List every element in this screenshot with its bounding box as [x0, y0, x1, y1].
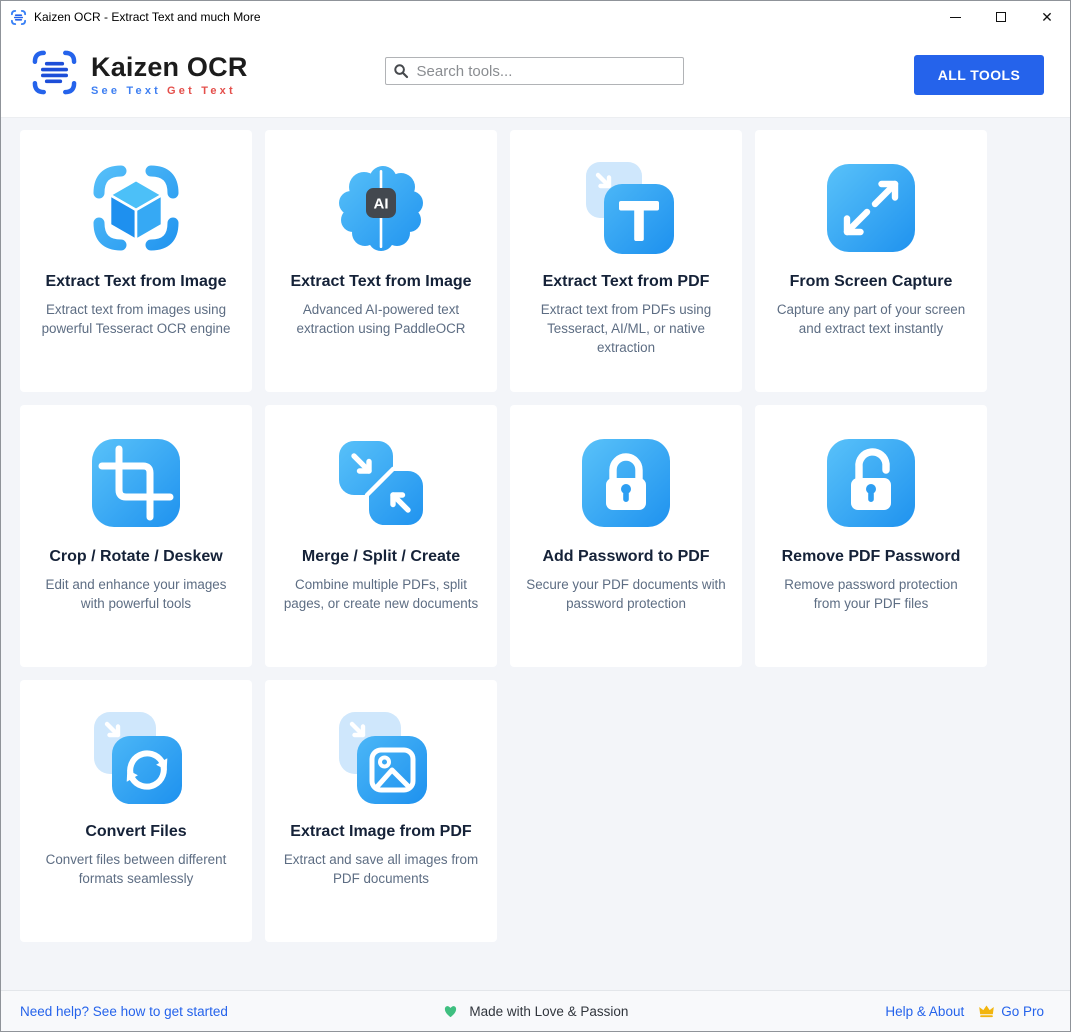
tool-card-title: Extract Text from Image [280, 273, 482, 291]
tool-card-convert-files[interactable]: Convert Files Convert files between diff… [20, 680, 252, 942]
tool-card-description: Secure your PDF documents with password … [525, 575, 727, 613]
convert-icon [35, 708, 237, 808]
tool-card-extract-text-paddleocr[interactable]: AI Extract Text from Image Advanced AI-p… [265, 130, 497, 392]
all-tools-button[interactable]: ALL TOOLS [914, 55, 1044, 95]
maximize-icon [996, 12, 1006, 22]
tagline-get-text: Get Text [167, 85, 236, 97]
close-button[interactable]: ✕ [1024, 1, 1070, 33]
go-pro-label: Go Pro [1001, 1004, 1044, 1019]
cube-scan-icon [35, 158, 237, 258]
search-icon [393, 63, 409, 79]
main-content: Extract Text from Image Extract text fro… [1, 118, 1070, 990]
tool-card-remove-password[interactable]: Remove PDF Password Remove password prot… [755, 405, 987, 667]
tool-card-description: Advanced AI-powered text extraction usin… [280, 300, 482, 338]
merge-split-icon [280, 433, 482, 533]
tool-card-title: From Screen Capture [770, 273, 972, 291]
window-controls: ✕ [932, 1, 1070, 33]
tool-card-title: Remove PDF Password [770, 548, 972, 566]
tagline-see-text: See Text [91, 85, 161, 97]
app-logo: Kaizen OCR See Text Get Text [31, 49, 248, 101]
search-box [385, 57, 684, 85]
tool-card-description: Combine multiple PDFs, split pages, or c… [280, 575, 482, 613]
pdf-text-icon [525, 158, 727, 258]
tool-card-title: Extract Text from Image [35, 273, 237, 291]
tool-card-description: Convert files between different formats … [35, 850, 237, 888]
tool-card-crop-rotate-deskew[interactable]: Crop / Rotate / Deskew Edit and enhance … [20, 405, 252, 667]
tool-card-title: Merge / Split / Create [280, 548, 482, 566]
app-window: Kaizen OCR - Extract Text and much More … [0, 0, 1071, 1032]
tool-card-merge-split-create[interactable]: Merge / Split / Create Combine multiple … [265, 405, 497, 667]
minimize-icon [950, 17, 961, 18]
tool-card-extract-text-tesseract[interactable]: Extract Text from Image Extract text fro… [20, 130, 252, 392]
tool-card-title: Convert Files [35, 823, 237, 841]
crown-icon [978, 1004, 995, 1018]
search-input[interactable] [385, 57, 684, 85]
tool-card-screen-capture[interactable]: From Screen Capture Capture any part of … [755, 130, 987, 392]
tool-card-title: Crop / Rotate / Deskew [35, 548, 237, 566]
footer-right: Help & About Go Pro [885, 1004, 1044, 1019]
help-about-link[interactable]: Help & About [885, 1004, 964, 1019]
tools-grid: Extract Text from Image Extract text fro… [20, 130, 1070, 942]
tool-card-description: Edit and enhance your images with powerf… [35, 575, 237, 613]
close-icon: ✕ [1041, 10, 1053, 24]
tool-card-description: Extract text from images using powerful … [35, 300, 237, 338]
tool-card-description: Capture any part of your screen and extr… [770, 300, 972, 338]
logo-tagline: See Text Get Text [91, 85, 248, 97]
tool-card-description: Extract and save all images from PDF doc… [280, 850, 482, 888]
need-help-link[interactable]: Need help? See how to get started [20, 1004, 228, 1019]
logo-name: Kaizen OCR [91, 53, 248, 81]
app-icon [10, 9, 27, 26]
ai-badge: AI [374, 196, 389, 213]
header: Kaizen OCR See Text Get Text ALL TOOLS [1, 33, 1070, 118]
tool-card-title: Add Password to PDF [525, 548, 727, 566]
crop-icon [35, 433, 237, 533]
tool-card-description: Remove password protection from your PDF… [770, 575, 972, 613]
tool-card-description: Extract text from PDFs using Tesseract, … [525, 300, 727, 357]
minimize-button[interactable] [932, 1, 978, 33]
image-extract-icon [280, 708, 482, 808]
screen-capture-icon [770, 158, 972, 258]
tool-card-title: Extract Text from PDF [525, 273, 727, 291]
window-title: Kaizen OCR - Extract Text and much More [34, 10, 261, 24]
go-pro-link[interactable]: Go Pro [978, 1004, 1044, 1019]
lock-icon [525, 433, 727, 533]
tool-card-extract-text-pdf[interactable]: Extract Text from PDF Extract text from … [510, 130, 742, 392]
maximize-button[interactable] [978, 1, 1024, 33]
tool-card-title: Extract Image from PDF [280, 823, 482, 841]
heart-icon [443, 1004, 458, 1019]
made-with-text: Made with Love & Passion [469, 1004, 628, 1019]
footer: Need help? See how to get started Made w… [1, 990, 1070, 1031]
ai-brain-icon: AI [280, 158, 482, 258]
titlebar: Kaizen OCR - Extract Text and much More … [1, 1, 1070, 33]
tool-card-extract-image-pdf[interactable]: Extract Image from PDF Extract and save … [265, 680, 497, 942]
unlock-icon [770, 433, 972, 533]
kaizen-logo-icon [31, 49, 78, 101]
logo-text: Kaizen OCR See Text Get Text [91, 53, 248, 96]
tool-card-add-password[interactable]: Add Password to PDF Secure your PDF docu… [510, 405, 742, 667]
